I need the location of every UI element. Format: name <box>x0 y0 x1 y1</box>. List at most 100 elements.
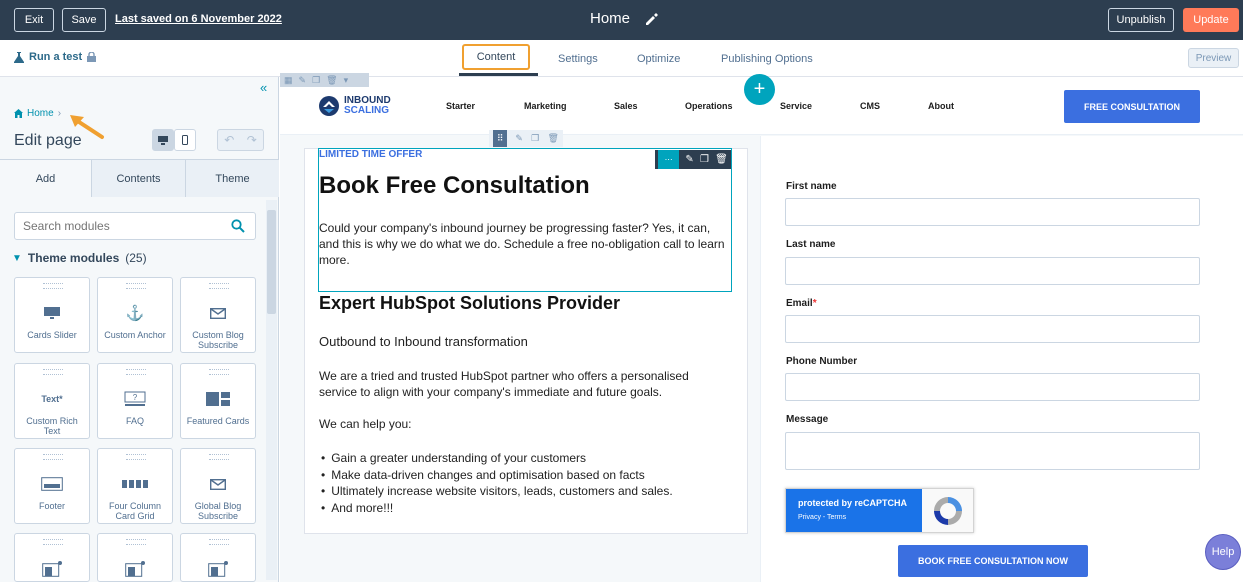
drag-handle-icon[interactable] <box>43 539 63 545</box>
email-label: Email* <box>786 298 817 309</box>
preview-button[interactable]: Preview <box>1188 48 1239 68</box>
trash-icon[interactable]: 🗑 <box>547 133 558 144</box>
nav-operations[interactable]: Operations <box>685 101 733 111</box>
message-field[interactable] <box>785 432 1200 470</box>
module-card[interactable]: Cards Slider <box>14 277 90 353</box>
free-consultation-button[interactable]: FREE CONSULTATION <box>1064 90 1200 123</box>
nav-service[interactable]: Service <box>780 101 812 111</box>
move-icon[interactable]: ⋯ <box>658 150 680 169</box>
home-icon <box>14 109 23 118</box>
last-saved-link[interactable]: Last saved on 6 November 2022 <box>115 13 282 25</box>
drag-handle-icon[interactable] <box>126 454 146 460</box>
update-button[interactable]: Update <box>1183 8 1239 32</box>
module-card[interactable] <box>97 533 173 582</box>
edit-icon[interactable]: ✎ <box>515 133 523 144</box>
unpublish-button[interactable]: Unpublish <box>1108 8 1174 32</box>
breadcrumb[interactable]: Home › <box>14 108 61 119</box>
module-card[interactable]: Footer <box>14 448 90 524</box>
collapse-sidebar-icon[interactable]: « <box>260 80 267 95</box>
nav-marketing[interactable]: Marketing <box>524 101 567 111</box>
mobile-icon <box>182 135 188 145</box>
field-label: Phone Number <box>786 356 858 367</box>
sidebar-scroll-thumb[interactable] <box>267 210 276 314</box>
chevron-down-icon[interactable]: ▾ <box>344 75 349 86</box>
section-title: Theme modules <box>27 251 120 265</box>
site-logo[interactable]: INBOUND SCALING <box>318 95 391 117</box>
module-card[interactable]: Four Column Card Grid <box>97 448 173 524</box>
drag-handle-icon[interactable] <box>126 539 146 545</box>
redo-icon[interactable]: ↷ <box>247 133 257 147</box>
copy-icon[interactable]: ❐ <box>312 75 320 86</box>
trash-icon[interactable]: 🗑 <box>715 154 728 165</box>
exit-button[interactable]: Exit <box>14 8 54 32</box>
recaptcha-icon <box>934 497 962 525</box>
book-consultation-button[interactable]: BOOK FREE CONSULTATION NOW <box>898 545 1088 577</box>
tab-settings[interactable]: Settings <box>558 53 598 65</box>
logo-icon <box>319 96 339 116</box>
phone-label: Phone Number <box>786 356 857 367</box>
copy-icon[interactable]: ❐ <box>531 133 539 144</box>
nav-about[interactable]: About <box>928 101 954 111</box>
drag-handle-icon[interactable] <box>126 283 146 289</box>
save-button[interactable]: Save <box>62 8 106 32</box>
anchor-icon: ⚓ <box>125 305 145 322</box>
edit-icon[interactable]: ✎ <box>685 154 693 165</box>
module-card[interactable]: Global Blog Subscribe <box>180 448 256 524</box>
drag-handle-icon[interactable] <box>43 283 63 289</box>
breadcrumb-home[interactable]: Home <box>27 108 54 119</box>
drag-handle-icon[interactable] <box>43 369 63 375</box>
body-text: We are a tried and trusted HubSpot partn… <box>319 369 689 399</box>
help-button[interactable]: Help <box>1205 534 1241 570</box>
tab-content[interactable]: Content <box>462 44 530 70</box>
module-toolbar: ⠿ ✎ ❐ 🗑 <box>489 130 563 147</box>
edit-title-icon[interactable] <box>644 12 658 26</box>
recaptcha-links[interactable]: Privacy - Terms <box>798 514 846 521</box>
nav-cms[interactable]: CMS <box>860 101 880 111</box>
search-modules-input[interactable] <box>14 212 256 240</box>
search-icon[interactable] <box>231 219 245 233</box>
last-name-field[interactable] <box>785 257 1200 285</box>
module-label: Footer <box>38 501 65 511</box>
list-item: And more!!! <box>319 500 673 517</box>
drag-handle-icon[interactable] <box>209 539 229 545</box>
list-item: Gain a greater understanding of your cus… <box>319 450 673 467</box>
module-card[interactable] <box>14 533 90 582</box>
recaptcha-badge[interactable]: protected by reCAPTCHA Privacy - Terms <box>785 488 974 533</box>
copy-icon[interactable]: ❐ <box>700 154 709 165</box>
tab-contents[interactable]: Contents <box>92 160 186 197</box>
module-card[interactable]: Custom Blog Subscribe <box>180 277 256 353</box>
tab-add[interactable]: Add <box>0 160 92 197</box>
drag-handle-icon[interactable] <box>126 369 146 375</box>
run-test-link[interactable]: Run a test <box>14 51 97 63</box>
mobile-view-button[interactable] <box>174 129 196 151</box>
list-item: Ultimately increase website visitors, le… <box>319 483 672 500</box>
phone-field[interactable] <box>785 373 1200 401</box>
module-card[interactable]: ⚓ Custom Anchor <box>97 277 173 353</box>
section-toolbar: ▦ ✎ ❐ 🗑 ▾ <box>280 73 369 87</box>
module-card[interactable]: Featured Cards <box>180 363 256 439</box>
drag-handle-icon[interactable] <box>209 283 229 289</box>
theme-modules-header[interactable]: ▼ Theme modules (25) <box>12 251 147 265</box>
drag-handle-icon[interactable] <box>43 454 63 460</box>
layout-icon[interactable]: ▦ <box>284 75 293 86</box>
add-section-button[interactable]: + <box>744 74 775 105</box>
module-card[interactable] <box>180 533 256 582</box>
tab-theme[interactable]: Theme <box>186 160 279 197</box>
nav-starter[interactable]: Starter <box>446 101 475 111</box>
desktop-view-button[interactable] <box>152 129 174 151</box>
trash-icon[interactable]: 🗑 <box>326 75 337 86</box>
field-label: Last name <box>786 239 836 250</box>
email-field[interactable] <box>785 315 1200 343</box>
edit-icon[interactable]: ✎ <box>299 75 307 86</box>
module-card[interactable]: ? FAQ <box>97 363 173 439</box>
module-card[interactable]: Text* Custom Rich Text <box>14 363 90 439</box>
undo-icon[interactable]: ↶ <box>224 133 234 147</box>
drag-handle-icon[interactable] <box>209 369 229 375</box>
drag-handle-icon[interactable] <box>209 454 229 460</box>
tab-publishing-options[interactable]: Publishing Options <box>721 53 813 65</box>
drag-icon[interactable]: ⠿ <box>493 130 508 147</box>
tab-optimize[interactable]: Optimize <box>637 53 680 65</box>
nav-sales[interactable]: Sales <box>614 101 638 111</box>
plus-icon: + <box>753 78 766 100</box>
first-name-field[interactable] <box>785 198 1200 226</box>
